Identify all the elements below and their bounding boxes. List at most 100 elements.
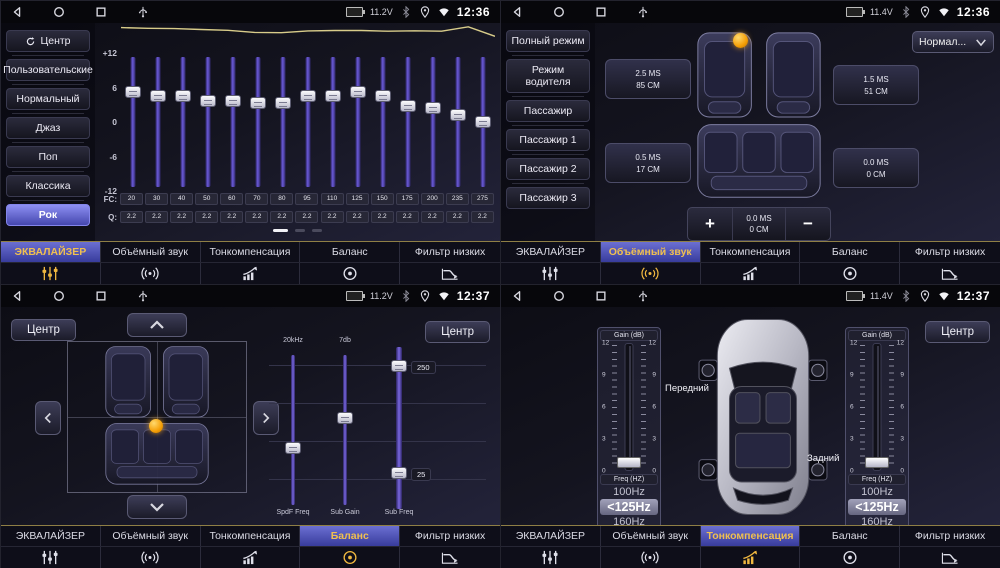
preset-item-3[interactable]: Джаз — [6, 117, 90, 139]
eq-band-track[interactable] — [380, 57, 385, 187]
home-icon[interactable] — [553, 6, 565, 18]
q-value[interactable]: 2.2 — [295, 211, 318, 223]
home-icon[interactable] — [553, 290, 565, 302]
surround-icon[interactable] — [601, 263, 701, 284]
fc-value[interactable]: 60 — [220, 193, 243, 205]
tab-surround[interactable]: Объёмный звук — [601, 242, 701, 262]
loudness-icon[interactable] — [201, 263, 301, 284]
preset-item-0[interactable]: Центр — [6, 30, 90, 52]
surround-preset-dropdown[interactable]: Нормал... — [912, 31, 994, 53]
home-icon[interactable] — [53, 290, 65, 302]
gain-slider-track[interactable] — [873, 343, 882, 471]
balance-icon[interactable] — [800, 547, 900, 568]
equalizer-icon[interactable] — [1, 547, 101, 568]
fc-value[interactable]: 235 — [446, 193, 469, 205]
gain-slider-track[interactable] — [625, 343, 634, 471]
freq-option-0[interactable]: 100Hz — [600, 485, 658, 499]
eq-band-track[interactable] — [131, 57, 136, 187]
eq-band-thumb[interactable] — [300, 90, 316, 102]
sub-freq-thumb-lower[interactable] — [391, 467, 407, 479]
tab-surround[interactable]: Объёмный звук — [601, 526, 701, 546]
listening-position-ball[interactable] — [733, 33, 748, 48]
q-value[interactable]: 2.2 — [396, 211, 419, 223]
loudness-icon[interactable] — [201, 547, 301, 568]
q-value[interactable]: 2.2 — [446, 211, 469, 223]
eq-band-track[interactable] — [281, 57, 286, 187]
eq-band-track[interactable] — [455, 57, 460, 187]
tab-equalizer[interactable]: ЭКВАЛАЙЗЕР — [501, 526, 601, 546]
lowpass-icon[interactable] — [900, 263, 1000, 284]
center-reset-button-left[interactable]: Центр — [11, 319, 76, 341]
balance-position-ball[interactable] — [149, 419, 163, 433]
freq-option-1[interactable]: <125Hz — [600, 499, 658, 515]
eq-band-track[interactable] — [306, 57, 311, 187]
q-value[interactable]: 2.2 — [145, 211, 168, 223]
eq-band-thumb[interactable] — [275, 97, 291, 109]
preset-item-5[interactable]: Классика — [6, 175, 90, 197]
lowpass-icon[interactable] — [900, 547, 1000, 568]
tab-surround[interactable]: Объёмный звук — [101, 242, 201, 262]
delay-increase-button[interactable]: + — [688, 208, 732, 240]
eq-band-thumb[interactable] — [350, 86, 366, 98]
delay-box-rear-right[interactable]: 0.0 MS0 CM — [833, 148, 919, 188]
gain-slider-thumb[interactable] — [617, 457, 641, 468]
balance-icon[interactable] — [300, 263, 400, 284]
recents-icon[interactable] — [595, 290, 607, 302]
eq-band-thumb[interactable] — [250, 97, 266, 109]
eq-band-thumb[interactable] — [125, 86, 141, 98]
eq-band-track[interactable] — [231, 57, 236, 187]
q-value[interactable]: 2.2 — [220, 211, 243, 223]
eq-band-track[interactable] — [430, 57, 435, 187]
eq-band-thumb[interactable] — [325, 90, 341, 102]
fc-value[interactable]: 40 — [170, 193, 193, 205]
tab-balance[interactable]: Баланс — [800, 242, 900, 262]
eq-band-thumb[interactable] — [400, 100, 416, 112]
equalizer-icon[interactable] — [501, 547, 601, 568]
tab-lowpass[interactable]: Фильтр низких — [400, 526, 500, 546]
surround-icon[interactable] — [101, 263, 201, 284]
tab-lowpass[interactable]: Фильтр низких — [900, 242, 1000, 262]
tab-equalizer[interactable]: ЭКВАЛАЙЗЕР — [1, 242, 101, 262]
fc-value[interactable]: 20 — [120, 193, 143, 205]
back-icon[interactable] — [11, 6, 23, 18]
eq-band-thumb[interactable] — [425, 102, 441, 114]
delay-decrease-button[interactable]: − — [786, 208, 830, 240]
preset-item-6[interactable]: Рок — [6, 204, 90, 226]
q-value[interactable]: 2.2 — [170, 211, 193, 223]
surround-icon[interactable] — [601, 547, 701, 568]
balance-right-button[interactable] — [253, 401, 279, 435]
tab-lowpass[interactable]: Фильтр низких — [400, 242, 500, 262]
balance-icon[interactable] — [800, 263, 900, 284]
balance-slider-thumb[interactable] — [285, 442, 301, 454]
mode-item-4[interactable]: Пассажир 2 — [506, 158, 590, 180]
eq-band-thumb[interactable] — [225, 95, 241, 107]
q-value[interactable]: 2.2 — [346, 211, 369, 223]
preset-item-1[interactable]: Пользовательские — [6, 59, 90, 81]
recents-icon[interactable] — [595, 6, 607, 18]
center-reset-button[interactable]: Центр — [925, 321, 990, 343]
mode-item-5[interactable]: Пассажир 3 — [506, 187, 590, 209]
eq-band-track[interactable] — [156, 57, 161, 187]
home-icon[interactable] — [53, 6, 65, 18]
back-icon[interactable] — [511, 290, 523, 302]
fc-value[interactable]: 80 — [270, 193, 293, 205]
q-value[interactable]: 2.2 — [195, 211, 218, 223]
fc-value[interactable]: 200 — [421, 193, 444, 205]
sub-freq-thumb-upper[interactable] — [391, 360, 407, 372]
q-value[interactable]: 2.2 — [471, 211, 494, 223]
eq-band-thumb[interactable] — [200, 95, 216, 107]
mode-item-0[interactable]: Полный режим — [506, 30, 590, 52]
delay-box-front-left[interactable]: 2.5 MS85 CM — [605, 59, 691, 99]
fc-value[interactable]: 95 — [295, 193, 318, 205]
eq-band-track[interactable] — [355, 57, 360, 187]
eq-band-track[interactable] — [181, 57, 186, 187]
delay-box-front-right[interactable]: 1.5 MS51 CM — [833, 65, 919, 105]
preset-item-4[interactable]: Поп — [6, 146, 90, 168]
tab-lowpass[interactable]: Фильтр низких — [900, 526, 1000, 546]
fc-value[interactable]: 150 — [371, 193, 394, 205]
fc-value[interactable]: 275 — [471, 193, 494, 205]
q-value[interactable]: 2.2 — [421, 211, 444, 223]
mode-item-3[interactable]: Пассажир 1 — [506, 129, 590, 151]
q-value[interactable]: 2.2 — [321, 211, 344, 223]
surround-icon[interactable] — [101, 547, 201, 568]
